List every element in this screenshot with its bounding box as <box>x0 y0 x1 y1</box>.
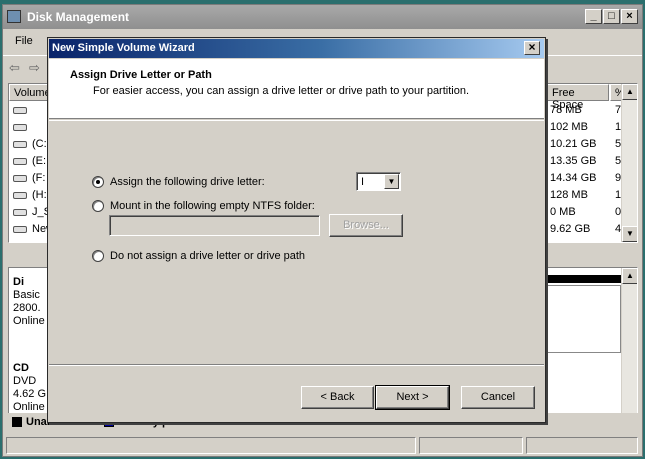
wizard-header: Assign Drive Letter or Path For easier a… <box>49 59 544 119</box>
volume-free-space: 0 MB <box>550 206 576 218</box>
wizard-subheading: For easier access, you can assign a driv… <box>93 85 470 97</box>
volume-free-space: 78 MB <box>550 104 582 116</box>
drive-icon <box>13 209 27 216</box>
main-title-bar[interactable]: Disk Management _ □ × <box>3 5 642 29</box>
back-button[interactable]: < Back <box>301 386 374 409</box>
disk-name: Di <box>13 276 24 288</box>
volume-free-space: 128 MB <box>550 189 588 201</box>
volume-free-space: 102 MB <box>550 121 588 133</box>
new-simple-volume-wizard: New Simple Volume Wizard × Assign Drive … <box>47 37 546 423</box>
column-volume-label: Volume <box>14 87 51 99</box>
disk-status: Online <box>13 315 45 327</box>
disk-size: 4.62 G <box>13 388 47 400</box>
volume-name: (C: <box>32 138 47 150</box>
menu-file[interactable]: File <box>15 35 33 47</box>
drive-icon <box>13 107 27 114</box>
drive-icon <box>13 124 27 131</box>
volume-free-space: 9.62 GB <box>550 223 591 235</box>
next-button[interactable]: Next > <box>375 385 450 410</box>
wizard-heading: Assign Drive Letter or Path <box>70 69 212 81</box>
drive-letter-value: I <box>361 176 365 188</box>
disk-0-label[interactable]: Di Basic 2800. Online <box>13 276 49 328</box>
volume-list-scrollbar[interactable]: ▲ ▼ <box>621 84 637 242</box>
disk-pane-scrollbar[interactable]: ▲ ▼ <box>621 268 637 429</box>
status-cell <box>419 437 523 454</box>
wizard-title: New Simple Volume Wizard <box>52 42 195 54</box>
status-cell <box>6 437 416 454</box>
volume-free-space: 13.35 GB <box>550 155 597 167</box>
chevron-down-icon[interactable]: ▼ <box>384 174 399 189</box>
footer-separator <box>49 364 544 366</box>
volume-name: (F: <box>32 172 46 184</box>
maximize-button[interactable]: □ <box>603 9 620 24</box>
column-header-volume[interactable]: Volume <box>9 84 51 101</box>
browse-button[interactable]: Browse... <box>329 214 403 237</box>
close-button[interactable]: × <box>621 9 638 24</box>
scroll-down-icon[interactable]: ▼ <box>622 226 637 242</box>
drive-icon <box>13 158 27 165</box>
header-separator <box>49 120 544 121</box>
legend-swatch-unallocated <box>12 417 22 427</box>
volume-name: (E: <box>32 155 47 167</box>
scroll-up-icon[interactable]: ▲ <box>622 268 637 284</box>
drive-icon <box>13 192 27 199</box>
drive-icon <box>13 226 27 233</box>
cancel-button[interactable]: Cancel <box>461 386 535 409</box>
disk-type: Basic <box>13 289 40 301</box>
disk-1-label[interactable]: CD DVD 4.62 G Online <box>13 362 49 414</box>
wizard-title-bar[interactable]: New Simple Volume Wizard × <box>49 39 544 58</box>
no-letter-label[interactable]: Do not assign a drive letter or drive pa… <box>110 250 305 262</box>
partition-bar[interactable] <box>546 275 621 283</box>
assign-letter-radio[interactable] <box>92 176 104 188</box>
volume-free-space: 14.34 GB <box>550 172 597 184</box>
volume-name: (H: <box>32 189 47 201</box>
status-cell <box>526 437 638 454</box>
wizard-close-button[interactable]: × <box>524 41 540 55</box>
drive-icon <box>13 175 27 182</box>
no-letter-radio[interactable] <box>92 250 104 262</box>
minimize-button[interactable]: _ <box>585 9 602 24</box>
disk-type: DVD <box>13 375 37 387</box>
radio-selected-dot <box>96 180 100 184</box>
disk-management-app-icon <box>7 10 21 23</box>
folder-path-input[interactable] <box>109 215 320 236</box>
disk-name: CD <box>13 362 29 374</box>
drive-icon <box>13 141 27 148</box>
volume-free-space: 10.21 GB <box>550 138 597 150</box>
disk-size: 2800. <box>13 302 41 314</box>
forward-arrow-icon[interactable]: ⇨ <box>29 60 45 75</box>
mount-folder-label[interactable]: Mount in the following empty NTFS folder… <box>110 200 315 212</box>
back-arrow-icon[interactable]: ⇦ <box>9 60 25 75</box>
mount-folder-radio[interactable] <box>92 200 104 212</box>
column-header-free-space[interactable]: Free Space <box>547 84 609 111</box>
main-window-title: Disk Management <box>27 10 130 24</box>
partition-box[interactable] <box>546 285 621 353</box>
scroll-up-icon[interactable]: ▲ <box>622 84 637 100</box>
assign-letter-label[interactable]: Assign the following drive letter: <box>110 176 265 188</box>
status-bar <box>3 435 642 456</box>
drive-letter-select[interactable]: I ▼ <box>356 172 401 191</box>
